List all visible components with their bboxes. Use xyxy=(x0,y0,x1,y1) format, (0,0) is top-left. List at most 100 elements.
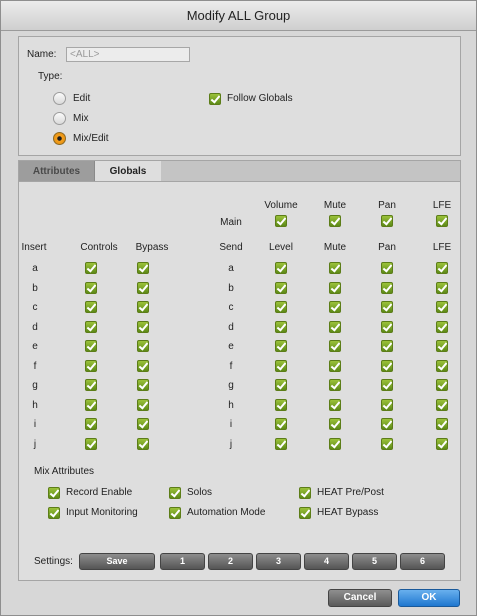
send-pan-checkbox[interactable] xyxy=(381,399,393,411)
main-mute-checkbox[interactable] xyxy=(329,215,341,227)
insert-bypass-checkbox[interactable] xyxy=(137,438,149,450)
send-lfe-checkbox[interactable] xyxy=(436,282,448,294)
send-level-checkbox[interactable] xyxy=(275,282,287,294)
send-level-checkbox[interactable] xyxy=(275,321,287,333)
send-lfe-checkbox[interactable] xyxy=(436,379,448,391)
send-pan-checkbox[interactable] xyxy=(381,438,393,450)
main-lfe-checkbox[interactable] xyxy=(436,215,448,227)
insert-bypass-checkbox[interactable] xyxy=(137,379,149,391)
type-edit-radio[interactable] xyxy=(53,92,66,105)
send-pan-checkbox[interactable] xyxy=(381,360,393,372)
send-pan-checkbox[interactable] xyxy=(381,301,393,313)
main-pan-checkbox[interactable] xyxy=(381,215,393,227)
follow-globals-checkbox[interactable] xyxy=(209,93,221,105)
send-pan-checkbox[interactable] xyxy=(381,379,393,391)
send-level-checkbox[interactable] xyxy=(275,301,287,313)
settings-slot-1-button[interactable]: 1 xyxy=(160,553,205,570)
type-mix-edit-radio[interactable] xyxy=(53,132,66,145)
insert-controls-checkbox[interactable] xyxy=(85,399,97,411)
insert-row-label: e xyxy=(32,341,38,352)
input-monitoring-checkbox[interactable] xyxy=(48,507,60,519)
insert-bypass-checkbox[interactable] xyxy=(137,360,149,372)
send-level-checkbox[interactable] xyxy=(275,438,287,450)
send-mute-checkbox[interactable] xyxy=(329,438,341,450)
send-pan-checkbox[interactable] xyxy=(381,340,393,352)
insert-bypass-checkbox[interactable] xyxy=(137,340,149,352)
automation-mode-checkbox[interactable] xyxy=(169,507,181,519)
send-level-checkbox[interactable] xyxy=(275,360,287,372)
insert-bypass-checkbox[interactable] xyxy=(137,282,149,294)
insert-controls-checkbox[interactable] xyxy=(85,418,97,430)
insert-controls-checkbox[interactable] xyxy=(85,262,97,274)
settings-slot-4-button[interactable]: 4 xyxy=(304,553,349,570)
send-lfe-checkbox[interactable] xyxy=(436,438,448,450)
tab-globals[interactable]: Globals xyxy=(95,161,161,182)
send-level-checkbox[interactable] xyxy=(275,418,287,430)
send-level-checkbox[interactable] xyxy=(275,340,287,352)
send-row-label: e xyxy=(228,341,234,352)
send-lfe-checkbox[interactable] xyxy=(436,340,448,352)
modify-group-window: Modify ALL Group Name: <ALL> Type: Edit … xyxy=(0,0,477,616)
send-row-label: f xyxy=(229,361,233,372)
send-pan-checkbox[interactable] xyxy=(381,418,393,430)
settings-save-button[interactable]: Save xyxy=(79,553,155,570)
send-lfe-checkbox[interactable] xyxy=(436,418,448,430)
solos-checkbox[interactable] xyxy=(169,487,181,499)
insert-row-label: c xyxy=(32,302,38,313)
send-level-checkbox[interactable] xyxy=(275,262,287,274)
insert-row-label: b xyxy=(32,283,38,294)
general-panel: Name: <ALL> Type: Edit Mix Mix/Edit Foll… xyxy=(18,36,461,156)
send-mute-checkbox[interactable] xyxy=(329,301,341,313)
send-lfe-checkbox[interactable] xyxy=(436,360,448,372)
send-mute-checkbox[interactable] xyxy=(329,340,341,352)
send-mute-checkbox[interactable] xyxy=(329,360,341,372)
insert-controls-checkbox[interactable] xyxy=(85,321,97,333)
settings-slot-2-button[interactable]: 2 xyxy=(208,553,253,570)
type-mix-label: Mix xyxy=(73,113,89,124)
insert-bypass-checkbox[interactable] xyxy=(137,301,149,313)
send-row-label: d xyxy=(228,322,234,333)
send-mute-checkbox[interactable] xyxy=(329,379,341,391)
insert-bypass-checkbox[interactable] xyxy=(137,262,149,274)
send-pan-checkbox[interactable] xyxy=(381,321,393,333)
insert-controls-checkbox[interactable] xyxy=(85,360,97,372)
send-lfe-checkbox[interactable] xyxy=(436,399,448,411)
main-header-pan: Pan xyxy=(378,200,396,211)
heat-bypass-checkbox[interactable] xyxy=(299,507,311,519)
send-mute-checkbox[interactable] xyxy=(329,399,341,411)
settings-slot-5-button[interactable]: 5 xyxy=(352,553,397,570)
send-level-checkbox[interactable] xyxy=(275,399,287,411)
insert-bypass-checkbox[interactable] xyxy=(137,399,149,411)
send-pan-checkbox[interactable] xyxy=(381,262,393,274)
insert-bypass-checkbox[interactable] xyxy=(137,418,149,430)
insert-controls-checkbox[interactable] xyxy=(85,301,97,313)
send-lfe-checkbox[interactable] xyxy=(436,301,448,313)
insert-controls-checkbox[interactable] xyxy=(85,340,97,352)
heat-pre-post-checkbox[interactable] xyxy=(299,487,311,499)
settings-slot-6-button[interactable]: 6 xyxy=(400,553,445,570)
send-mute-checkbox[interactable] xyxy=(329,262,341,274)
record-enable-checkbox[interactable] xyxy=(48,487,60,499)
insert-bypass-checkbox[interactable] xyxy=(137,321,149,333)
main-volume-checkbox[interactable] xyxy=(275,215,287,227)
send-lfe-checkbox[interactable] xyxy=(436,262,448,274)
settings-slot-3-button[interactable]: 3 xyxy=(256,553,301,570)
settings-row: Settings: Save 1 2 3 4 5 6 xyxy=(19,544,462,582)
ok-button[interactable]: OK xyxy=(398,589,460,607)
send-mute-checkbox[interactable] xyxy=(329,282,341,294)
send-header-pan: Pan xyxy=(378,242,396,253)
name-input[interactable]: <ALL> xyxy=(66,47,190,62)
insert-controls-checkbox[interactable] xyxy=(85,438,97,450)
main-label: Main xyxy=(220,217,242,228)
type-mix-radio[interactable] xyxy=(53,112,66,125)
send-level-checkbox[interactable] xyxy=(275,379,287,391)
tab-attributes[interactable]: Attributes xyxy=(19,161,95,182)
mix-attributes-title: Mix Attributes xyxy=(34,466,95,477)
insert-controls-checkbox[interactable] xyxy=(85,379,97,391)
send-mute-checkbox[interactable] xyxy=(329,418,341,430)
cancel-button[interactable]: Cancel xyxy=(328,589,392,607)
insert-controls-checkbox[interactable] xyxy=(85,282,97,294)
send-lfe-checkbox[interactable] xyxy=(436,321,448,333)
send-pan-checkbox[interactable] xyxy=(381,282,393,294)
send-mute-checkbox[interactable] xyxy=(329,321,341,333)
